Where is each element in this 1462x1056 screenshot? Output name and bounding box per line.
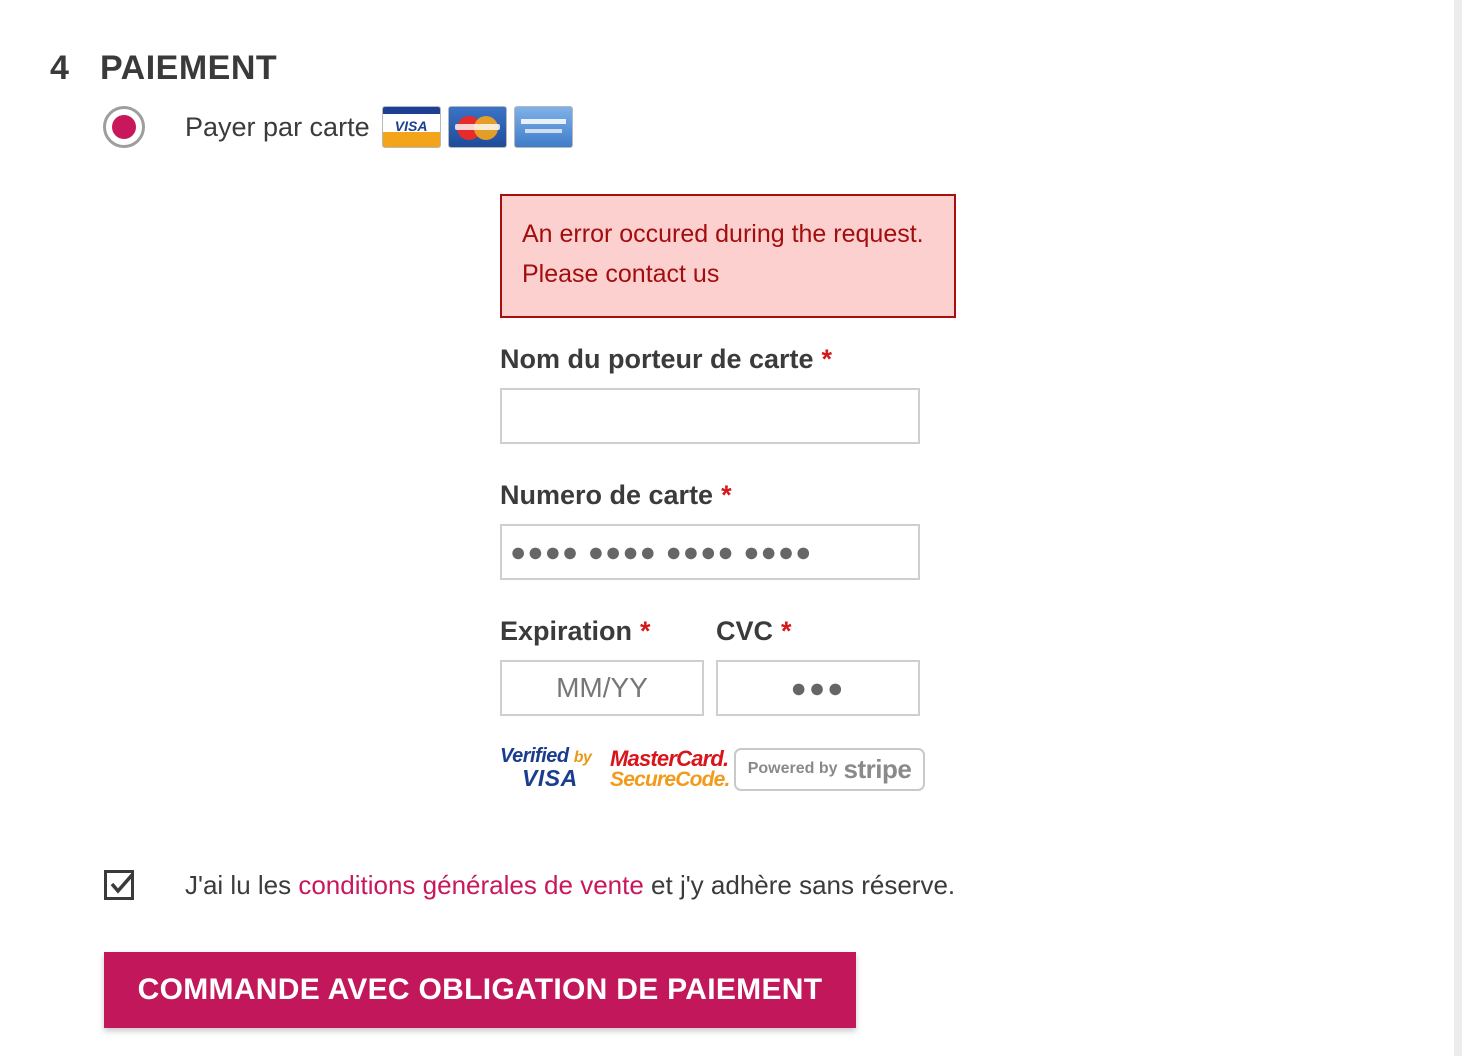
securecode-text: SecureCode.: [610, 768, 730, 791]
payment-option-card[interactable]: Payer par carte VISA: [103, 106, 573, 148]
payment-option-label[interactable]: Payer par carte: [185, 112, 370, 143]
card-number-label-text: Numero de carte: [500, 480, 714, 510]
payment-radio[interactable]: [103, 106, 145, 148]
accepted-cards: VISA: [381, 106, 573, 148]
mastercard-card-icon: [447, 106, 507, 148]
required-mark: *: [721, 480, 732, 510]
terms-link[interactable]: conditions générales de vente: [298, 870, 643, 900]
page-edge: [1454, 0, 1462, 1056]
submit-order-button[interactable]: COMMANDE AVEC OBLIGATION DE PAIEMENT: [104, 952, 856, 1028]
section-header: 4 PAIEMENT: [50, 46, 277, 90]
terms-text: J'ai lu les conditions générales de vent…: [185, 870, 955, 901]
powered-by-text: Powered by: [747, 760, 838, 777]
visa-card-text: VISA: [394, 118, 428, 134]
powered-by-stripe-badge[interactable]: Powered by stripe: [734, 747, 925, 791]
cardholder-input[interactable]: [500, 388, 920, 444]
terms-prefix: J'ai lu les: [185, 869, 299, 900]
expiration-label-text: Expiration: [500, 616, 633, 646]
cvc-input[interactable]: ●●●: [716, 660, 920, 716]
section-number: 4: [50, 48, 69, 87]
cvc-label-text: CVC: [716, 616, 774, 646]
card-number-placeholder: ●●●● ●●●● ●●●● ●●●●: [510, 536, 813, 567]
required-mark: *: [821, 344, 833, 374]
cardholder-label: Nom du porteur de carte *: [500, 344, 832, 375]
required-mark: *: [781, 616, 792, 646]
card-number-label: Numero de carte *: [500, 480, 732, 511]
verified-text: Verified: [500, 745, 569, 767]
verified-by-visa-logo: Verified by VISA: [500, 746, 598, 792]
terms-acceptance: J'ai lu les conditions générales de vent…: [104, 866, 955, 904]
error-message: An error occured during the request. Ple…: [522, 220, 924, 288]
terms-checkbox[interactable]: [104, 870, 134, 900]
expiration-placeholder: MM/YY: [556, 672, 648, 703]
cardholder-label-text: Nom du porteur de carte: [500, 344, 814, 374]
radio-selected-dot: [112, 115, 136, 139]
amex-card-icon: [513, 106, 573, 148]
visa-card-icon: VISA: [381, 106, 441, 148]
security-badges: Verified by VISA MasterCard. SecureCode.…: [500, 746, 925, 792]
cvc-label: CVC *: [716, 616, 792, 647]
cvc-placeholder: ●●●: [790, 672, 846, 703]
cardholder-value: [502, 390, 918, 442]
verified-by-text: by: [573, 749, 592, 766]
terms-suffix: et j'y adhère sans réserve.: [643, 869, 956, 900]
error-alert: An error occured during the request. Ple…: [500, 194, 956, 318]
mastercard-text: MasterCard.: [610, 746, 729, 771]
checkmark-icon: [110, 873, 134, 894]
required-mark: *: [640, 616, 651, 646]
expiration-label: Expiration *: [500, 616, 651, 647]
verified-visa-text: VISA: [522, 765, 578, 791]
card-number-input[interactable]: ●●●● ●●●● ●●●● ●●●●: [500, 524, 920, 580]
stripe-logo-text: stripe: [843, 753, 912, 784]
mastercard-securecode-logo: MasterCard. SecureCode.: [610, 746, 730, 791]
expiration-input[interactable]: MM/YY: [500, 660, 704, 716]
section-title: PAIEMENT: [100, 48, 278, 87]
